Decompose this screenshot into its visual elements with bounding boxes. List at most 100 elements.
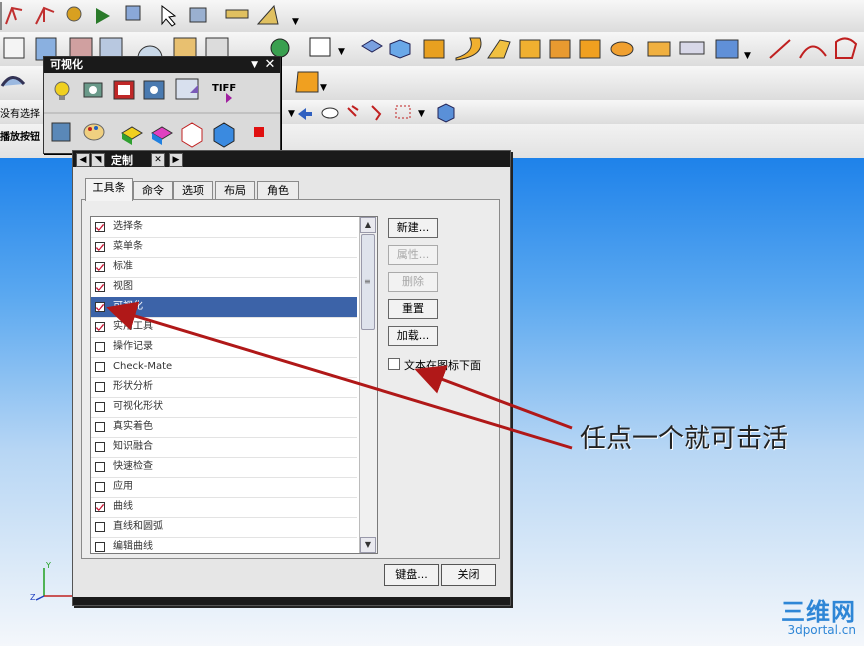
watermark-url: 3dportal.cn: [787, 623, 856, 637]
reset-button[interactable]: 重置: [388, 299, 438, 319]
checked-checkbox-icon[interactable]: [95, 242, 105, 252]
extrude-icon: [423, 39, 445, 59]
toolbar-list[interactable]: 选择条菜单条标准 视图 可视化实用工具操作记录 Check-Mate 形状分析可视化形状…: [90, 216, 378, 554]
toolbar-list-item[interactable]: 真实着色: [91, 417, 357, 438]
unchecked-checkbox-icon[interactable]: [95, 462, 105, 472]
snap-mid-icon: [371, 105, 382, 121]
close-button[interactable]: 关闭: [441, 564, 496, 586]
toolbar-list-item-label: 曲线: [113, 501, 133, 512]
keyboard-button[interactable]: 键盘...: [384, 564, 439, 586]
unchecked-checkbox-icon[interactable]: [95, 482, 105, 492]
plane-icon: [309, 37, 331, 57]
toolbar-list-item[interactable]: 形状分析: [91, 377, 357, 398]
sketch-icon: [5, 6, 23, 25]
toolbar-list-item[interactable]: 应用: [91, 477, 357, 498]
tab-toolbars[interactable]: 工具条: [85, 178, 133, 201]
hole-icon: [579, 39, 601, 59]
customize-dialog[interactable]: ◀ ◥ 定制 ✕ ▶ 工具条 命令 选项 布局 角色 选择条 菜单条 标准 视图 可视化…: [72, 150, 511, 606]
visualization-toolbar-titlebar[interactable]: 可视化 ▼ ✕: [44, 57, 280, 73]
toolbar-list-item[interactable]: Check-Mate: [91, 357, 357, 378]
toolbar-list-item[interactable]: 可视化: [91, 297, 357, 318]
delete-button[interactable]: 删除: [388, 272, 438, 292]
box-select-icon: [395, 105, 411, 119]
block-icon: [361, 39, 383, 53]
tab-roles[interactable]: 角色: [257, 181, 299, 200]
toolbar-list-item[interactable]: 标准: [91, 257, 357, 278]
unchecked-checkbox-icon[interactable]: [95, 522, 105, 532]
toolbar-list-item[interactable]: 编辑曲线: [91, 537, 357, 553]
scroll-down-icon[interactable]: ▼: [360, 537, 376, 553]
checked-checkbox-icon[interactable]: [95, 322, 105, 332]
sweep-icon: [487, 39, 511, 59]
toolbar-list-item[interactable]: 操作记录: [91, 337, 357, 358]
studio-icon: [143, 80, 165, 100]
checked-checkbox-icon[interactable]: [95, 262, 105, 272]
arc-icon: [799, 45, 827, 59]
toolbar-list-item[interactable]: 可视化形状: [91, 397, 357, 418]
toolbar-list-item[interactable]: 直线和圆弧: [91, 517, 357, 538]
toolbar-list-item-label: 知识融合: [113, 441, 153, 452]
unchecked-checkbox-icon[interactable]: [95, 542, 105, 552]
unchecked-checkbox-icon[interactable]: [95, 342, 105, 352]
watermark-title: 三维网: [781, 598, 856, 626]
checked-checkbox-icon[interactable]: [95, 222, 105, 232]
toolbar-list-item[interactable]: 快速检查: [91, 457, 357, 478]
annotation-text: 任点一个就可击活: [580, 424, 789, 454]
chevron-down-icon[interactable]: ▼: [251, 57, 258, 73]
boss-icon: [610, 41, 634, 57]
toolbar-list-item-label: 应用: [113, 481, 133, 492]
play-button-label: 播放按钮: [0, 132, 40, 143]
toolbar-list-item-label: 编辑曲线: [113, 541, 153, 552]
face-analysis-icon: [213, 122, 235, 148]
checked-checkbox-icon[interactable]: [95, 502, 105, 512]
unchecked-checkbox-icon[interactable]: [95, 382, 105, 392]
chevron-right-icon[interactable]: ▶: [169, 153, 183, 167]
unchecked-checkbox-icon[interactable]: [95, 362, 105, 372]
visualization-toolbar-title: 可视化: [50, 58, 83, 71]
scrollbar[interactable]: ▲ ≡ ▼: [359, 217, 377, 553]
checked-checkbox-icon[interactable]: [95, 302, 105, 312]
close-icon[interactable]: ✕: [263, 58, 277, 72]
toolbar-list-item-label: 可视化形状: [113, 401, 163, 412]
properties-button[interactable]: 属性...: [388, 245, 438, 265]
toolbar-row-1: ▼: [0, 0, 864, 33]
toolbars-tab-pane: 选择条菜单条标准 视图 可视化实用工具操作记录 Check-Mate 形状分析可视化形状…: [81, 199, 500, 559]
unchecked-checkbox-icon[interactable]: [95, 402, 105, 412]
toolbar-list-item-label: 菜单条: [113, 241, 143, 252]
chamfer-icon: [519, 39, 541, 59]
axis-y-label: Y: [45, 561, 51, 570]
svg-text:▼: ▼: [288, 109, 295, 119]
dialog-titlebar[interactable]: ◀ ◥ 定制 ✕ ▶: [73, 151, 510, 167]
svg-text:▼: ▼: [338, 47, 345, 57]
stop-icon: [254, 127, 264, 137]
text-below-icon-checkbox[interactable]: [388, 358, 400, 370]
tab-options[interactable]: 选项: [173, 181, 213, 200]
revolve-icon: [455, 37, 482, 61]
scroll-grip-icon: ≡: [364, 277, 371, 286]
chevron-left-icon[interactable]: ◀: [76, 153, 90, 167]
toolbar-list-item-label: 操作记录: [113, 341, 153, 352]
tab-commands[interactable]: 命令: [133, 181, 173, 200]
toolbar-list-item[interactable]: 选择条: [91, 217, 357, 238]
toolbar-list-item[interactable]: 实用工具: [91, 317, 357, 338]
new-button[interactable]: 新建...: [388, 218, 438, 238]
slot-icon: [679, 41, 705, 55]
visualization-row-2: [51, 122, 264, 148]
toolbar-icons-row-1: ▼: [5, 4, 299, 27]
toolbar-list-item[interactable]: 知识融合: [91, 437, 357, 458]
unchecked-checkbox-icon[interactable]: [95, 442, 105, 452]
scroll-up-icon[interactable]: ▲: [360, 217, 376, 233]
visualization-toolbar[interactable]: 可视化 ▼ ✕ TIFF: [43, 56, 281, 154]
toolbar-list-item[interactable]: 曲线: [91, 497, 357, 518]
tab-layout[interactable]: 布局: [215, 181, 255, 200]
close-icon[interactable]: ✕: [151, 153, 165, 167]
toolbar-list-item[interactable]: 菜单条: [91, 237, 357, 258]
pin-icon[interactable]: ◥: [91, 153, 105, 167]
toolbar-list-item-label: 形状分析: [113, 381, 153, 392]
toolbar-list-item-label: 实用工具: [113, 321, 153, 332]
toolbar-list-item[interactable]: 视图: [91, 277, 357, 298]
unchecked-checkbox-icon[interactable]: [95, 422, 105, 432]
load-button[interactable]: 加载...: [388, 326, 438, 346]
checked-checkbox-icon[interactable]: [95, 282, 105, 292]
motion-icon: [96, 8, 110, 24]
